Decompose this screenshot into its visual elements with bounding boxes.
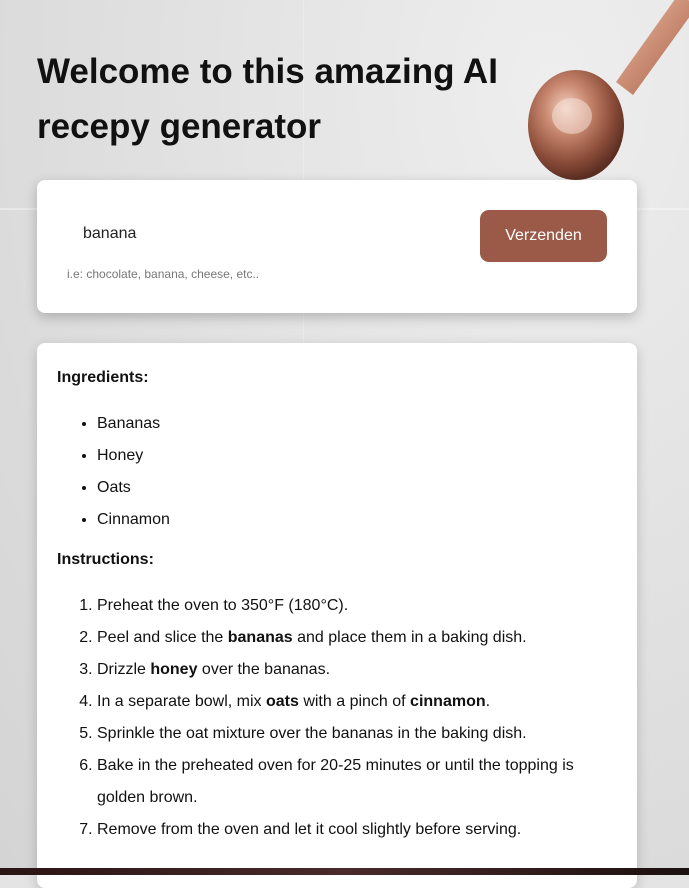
list-item: Honey — [97, 440, 617, 472]
ingredient-search-input[interactable] — [59, 216, 439, 252]
ingredients-title: Ingredients: — [57, 369, 149, 386]
search-hint: i.e: chocolate, banana, cheese, etc.. — [67, 267, 260, 281]
step-text: Sprinkle the oat mixture over the banana… — [97, 725, 527, 742]
recipe-card: Ingredients: Bananas Honey Oats Cinnamon… — [37, 343, 637, 888]
send-button[interactable]: Verzenden — [480, 210, 607, 262]
bottom-bar — [0, 868, 689, 875]
step-text: Peel and slice the — [97, 629, 228, 646]
step-text: with a pinch of — [298, 693, 411, 710]
instructions-list: Preheat the oven to 350°F (180°C). Peel … — [57, 590, 617, 846]
instructions-title: Instructions: — [57, 551, 154, 568]
step-keyword: bananas — [227, 629, 293, 646]
page-title: Welcome to this amazing AI recepy genera… — [37, 52, 498, 146]
step-text: over the bananas. — [197, 661, 331, 678]
instruction-step: In a separate bowl, mix oats with a pinc… — [97, 686, 607, 718]
step-text: Bake in the preheated oven for 20-25 min… — [97, 757, 574, 806]
measuring-spoon-icon — [528, 0, 689, 180]
step-text: Remove from the oven and let it cool sli… — [97, 821, 522, 838]
step-text: Drizzle — [97, 661, 151, 678]
step-keyword: cinnamon — [410, 693, 486, 710]
step-text: and place them in a baking dish. — [292, 629, 527, 646]
instruction-step: Sprinkle the oat mixture over the banana… — [97, 718, 607, 750]
list-item: Bananas — [97, 408, 617, 440]
instruction-step: Drizzle honey over the bananas. — [97, 654, 607, 686]
step-keyword: honey — [150, 661, 198, 678]
instruction-step: Bake in the preheated oven for 20-25 min… — [97, 750, 607, 814]
search-card: i.e: chocolate, banana, cheese, etc.. Ve… — [37, 180, 637, 313]
step-text: Preheat the oven to 350°F (180°C). — [97, 597, 349, 614]
ingredients-list: Bananas Honey Oats Cinnamon — [57, 408, 617, 536]
step-text: . — [485, 693, 491, 710]
instruction-step: Preheat the oven to 350°F (180°C). — [97, 590, 607, 622]
instruction-step: Peel and slice the bananas and place the… — [97, 622, 607, 654]
step-keyword: oats — [265, 693, 299, 710]
list-item: Cinnamon — [97, 504, 617, 536]
instruction-step: Remove from the oven and let it cool sli… — [97, 814, 607, 846]
list-item: Oats — [97, 472, 617, 504]
step-text: In a separate bowl, mix — [97, 693, 266, 710]
